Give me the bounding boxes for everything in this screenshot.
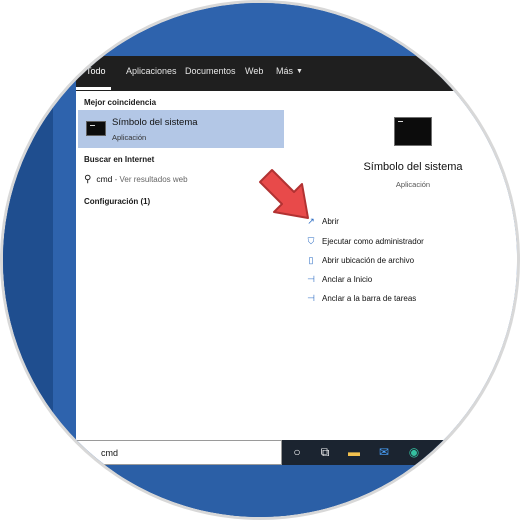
action-pin-start[interactable]: ⊣ Anclar a Inicio xyxy=(306,274,372,285)
best-match-title: Símbolo del sistema xyxy=(112,117,198,128)
tab-web[interactable]: Web xyxy=(245,66,263,76)
command-prompt-icon xyxy=(86,121,106,136)
action-pin-start-label: Anclar a Inicio xyxy=(322,275,373,284)
action-pin-taskbar[interactable]: ⊣ Anclar a la barra de tareas xyxy=(306,293,416,304)
search-input[interactable]: cmd xyxy=(101,448,118,458)
desktop-bottom xyxy=(3,465,517,517)
action-open-file-location-label: Abrir ubicación de archivo xyxy=(322,256,415,265)
web-result-suffix: - Ver resultados web xyxy=(112,175,188,184)
active-tab-indicator xyxy=(76,87,111,90)
file-explorer-icon[interactable]: ▬ xyxy=(346,444,362,460)
mail-icon[interactable]: ✉ xyxy=(376,444,392,460)
web-result-item[interactable]: ⚲ cmd - Ver resultados web xyxy=(84,174,188,185)
chevron-down-icon: ▼ xyxy=(296,68,303,75)
pin-icon: ⊣ xyxy=(307,274,315,284)
best-match-subtitle: Aplicación xyxy=(112,133,147,142)
preview-subtitle: Aplicación xyxy=(395,180,431,189)
action-run-as-admin-label: Ejecutar como administrador xyxy=(322,237,424,246)
pin-icon: ⊣ xyxy=(307,293,315,303)
search-box[interactable]: cmd xyxy=(76,440,282,465)
preview-pane: Símbolo del sistema Aplicación ↗ Abrir ⛉ E… xyxy=(288,91,517,440)
search-filter-bar: Todo Aplicaciones Documentos Web Más ▼ xyxy=(76,56,517,91)
red-arrow-annotation xyxy=(259,169,309,219)
edge-icon[interactable]: ◉ xyxy=(406,444,422,460)
tab-mas[interactable]: Más ▼ xyxy=(276,66,303,76)
action-open-file-location[interactable]: ▯ Abrir ubicación de archivo xyxy=(306,255,415,266)
taskbar: ○ ⧉ ▬ ✉ ◉ xyxy=(282,440,517,465)
cortana-icon[interactable]: ○ xyxy=(289,444,305,460)
action-run-as-admin[interactable]: ⛉ Ejecutar como administrador xyxy=(306,236,424,247)
task-view-icon[interactable]: ⧉ xyxy=(317,444,333,460)
results-list: Mejor coincidencia Símbolo del sistema A… xyxy=(76,91,288,440)
file-location-icon: ▯ xyxy=(308,255,314,265)
screenshot-circle-frame: Todo Aplicaciones Documentos Web Más ▼ Me… xyxy=(3,3,517,517)
settings-heading[interactable]: Configuración (1) xyxy=(84,197,150,206)
action-pin-taskbar-label: Anclar a la barra de tareas xyxy=(322,294,417,303)
tab-mas-label: Más xyxy=(276,66,294,76)
internet-heading: Buscar en Internet xyxy=(84,155,155,164)
best-match-item[interactable]: Símbolo del sistema Aplicación xyxy=(78,110,284,148)
best-match-heading: Mejor coincidencia xyxy=(84,98,157,107)
action-open-label: Abrir xyxy=(322,217,339,226)
desktop-left-strip xyxy=(3,3,53,517)
preview-title: Símbolo del sistema xyxy=(363,161,463,173)
tab-todo[interactable]: Todo xyxy=(86,66,106,76)
tab-documentos[interactable]: Documentos xyxy=(185,66,236,76)
web-result-query: cmd xyxy=(96,174,113,184)
search-icon: ⚲ xyxy=(84,174,92,185)
tab-aplicaciones[interactable]: Aplicaciones xyxy=(126,66,177,76)
shield-icon: ⛉ xyxy=(307,236,315,246)
start-search-window: Todo Aplicaciones Documentos Web Más ▼ Me… xyxy=(76,56,517,440)
command-prompt-icon xyxy=(394,117,432,146)
